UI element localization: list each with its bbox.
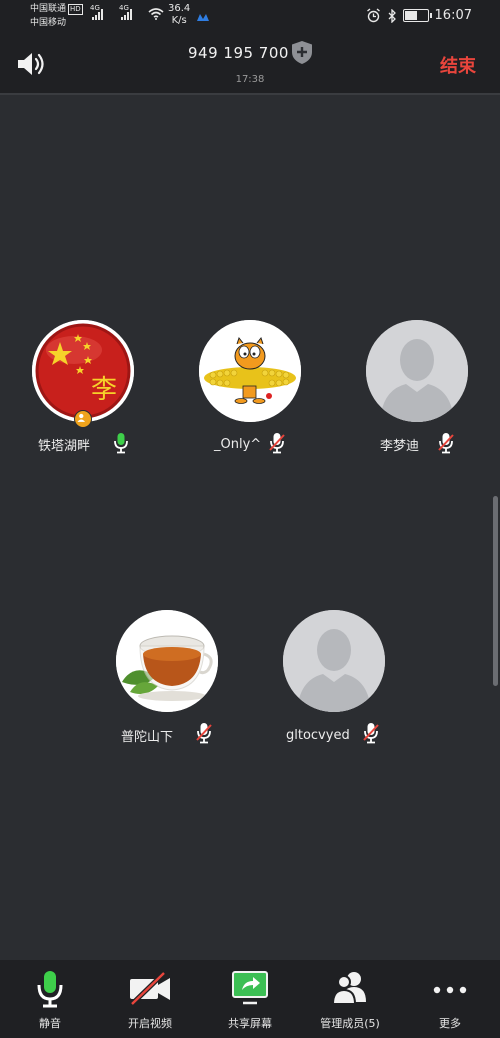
- more-dots-icon: [433, 986, 467, 994]
- mute-button[interactable]: 静音: [0, 960, 100, 1038]
- network-speed: 36.4 K/s: [168, 3, 190, 27]
- signal-1-icon: 4G: [90, 4, 103, 20]
- participant-name: gltocvyed: [286, 728, 350, 743]
- share-screen-icon: [232, 971, 268, 1005]
- end-meeting-button[interactable]: 结束: [440, 52, 476, 78]
- mic-muted-icon[interactable]: [195, 722, 213, 744]
- members-icon: [331, 972, 366, 1005]
- video-off-icon: [130, 971, 170, 1006]
- default-person-avatar-icon: [366, 320, 468, 422]
- share-screen-button[interactable]: 共享屏幕: [200, 960, 300, 1038]
- status-time: 16:07: [434, 8, 472, 23]
- network-2-label: 4G: [119, 4, 129, 12]
- status-right: 16:07: [366, 8, 472, 23]
- battery-icon: [402, 9, 432, 22]
- mute-label: 静音: [39, 1017, 61, 1030]
- meeting-duration: 17:38: [235, 74, 265, 85]
- meeting-header: 949 195 700 17:38 结束: [0, 34, 500, 95]
- avatar-lettering: 李: [91, 375, 117, 405]
- default-person-avatar-icon: [283, 610, 385, 712]
- mic-muted-icon[interactable]: [437, 432, 455, 454]
- participant-name: 普陀山下: [121, 730, 174, 745]
- signal-indicators: 4G 4G: [90, 4, 132, 20]
- china-flag-avatar-icon: 李: [32, 320, 134, 422]
- meeting-id[interactable]: 949 195 700: [188, 44, 289, 62]
- mic-muted-icon[interactable]: [362, 722, 380, 744]
- network-1-label: 4G: [90, 4, 100, 12]
- more-label: 更多: [439, 1017, 461, 1030]
- security-shield-icon[interactable]: [291, 40, 313, 65]
- avatar: [116, 610, 218, 712]
- more-button[interactable]: 更多: [400, 960, 500, 1038]
- start-video-button[interactable]: 开启视频: [100, 960, 200, 1038]
- hd-badge: HD: [68, 4, 83, 15]
- avatar: [199, 320, 301, 422]
- mic-on-icon[interactable]: [112, 432, 130, 454]
- garfield-avatar-icon: [199, 320, 301, 422]
- status-bar: 中国联通 HD 中国移动 4G 4G 36.4 K/s 16:07: [0, 0, 500, 34]
- bluetooth-icon: [388, 8, 396, 23]
- carrier-2: 中国移动: [30, 18, 67, 28]
- avatar: [283, 610, 385, 712]
- participant-name: 李梦迪: [380, 439, 420, 454]
- manage-members-label: 管理成员(5): [320, 1017, 380, 1030]
- start-video-label: 开启视频: [128, 1017, 172, 1030]
- carrier-1: 中国联通: [30, 4, 67, 14]
- avatar: 李: [32, 320, 134, 422]
- wifi-icon: [148, 8, 164, 20]
- tea-cup-avatar-icon: [116, 610, 218, 712]
- manage-members-button[interactable]: 管理成员(5): [300, 960, 400, 1038]
- carrier-info: 中国联通 HD 中国移动: [30, 2, 83, 30]
- signal-2-icon: 4G: [119, 4, 132, 20]
- microphone-icon: [37, 971, 63, 1008]
- participant-name: 铁塔湖畔: [38, 439, 91, 454]
- participant-name: _Only^: [214, 437, 262, 452]
- speed-unit: K/s: [171, 15, 187, 26]
- avatar: [366, 320, 468, 422]
- host-badge-icon: [74, 410, 92, 428]
- meeting-app-icon: [197, 14, 209, 21]
- scrollbar[interactable]: [493, 496, 498, 686]
- share-screen-label: 共享屏幕: [228, 1017, 272, 1030]
- speed-value: 36.4: [168, 3, 191, 14]
- mic-muted-icon[interactable]: [268, 432, 286, 454]
- bottom-toolbar: 静音 开启视频 共享屏幕 管理成员(5) 更多: [0, 960, 500, 1038]
- alarm-icon: [366, 8, 380, 23]
